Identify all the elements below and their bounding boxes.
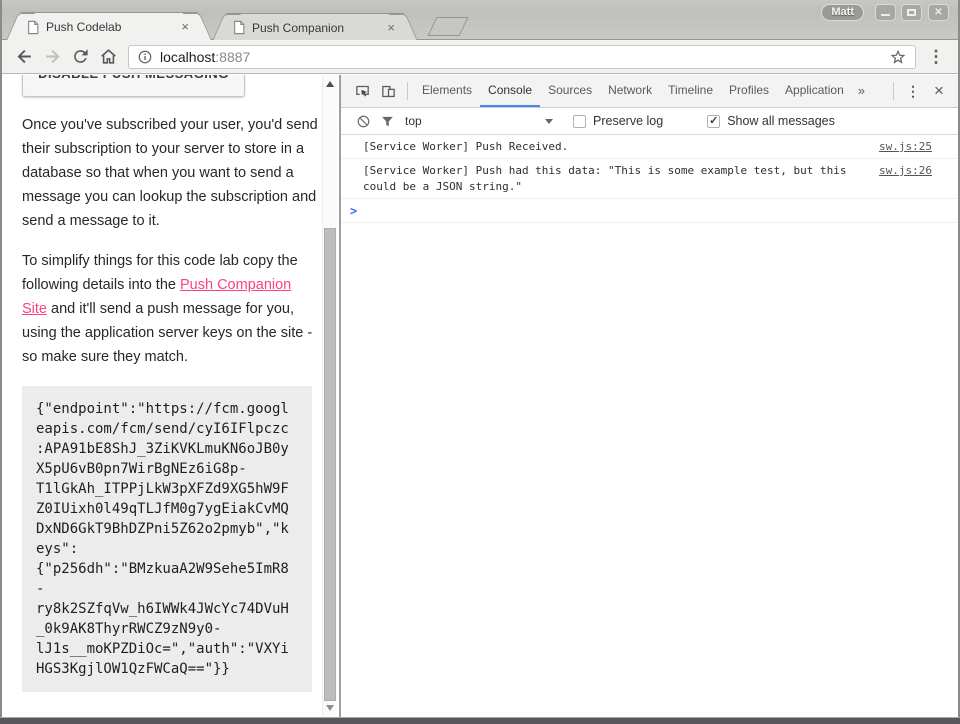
subscription-json-block: {"endpoint":"https://fcm.googl eapis.com… <box>22 386 312 692</box>
tab-sources[interactable]: Sources <box>540 75 600 107</box>
scrollbar-thumb[interactable] <box>324 228 336 701</box>
show-all-checkbox[interactable]: ✓ <box>707 115 720 128</box>
maximize-button[interactable] <box>901 4 922 21</box>
execution-context-select[interactable]: top <box>405 114 553 128</box>
tab-console[interactable]: Console <box>480 75 540 107</box>
tab-close-button[interactable]: × <box>384 22 398 34</box>
paragraph-companion: To simplify things for this code lab cop… <box>22 249 320 369</box>
page-icon <box>26 20 40 35</box>
close-icon: ✕ <box>934 7 942 18</box>
show-all-label: Show all messages <box>727 114 835 128</box>
disable-push-button[interactable]: DISABLE PUSH MESSAGING <box>22 75 245 97</box>
divider <box>893 82 894 100</box>
divider <box>407 82 408 100</box>
close-window-button[interactable]: ✕ <box>928 4 949 21</box>
tab-push-companion[interactable]: Push Companion × <box>226 13 404 41</box>
preserve-log-label: Preserve log <box>593 114 663 128</box>
back-button[interactable] <box>10 43 38 71</box>
site-info-icon[interactable] <box>137 49 153 65</box>
preserve-log-checkbox[interactable] <box>573 115 586 128</box>
context-label: top <box>405 114 422 128</box>
tab-network[interactable]: Network <box>600 75 660 107</box>
scroll-up-icon[interactable] <box>326 81 334 87</box>
kebab-menu-icon: ⋮ <box>928 47 945 67</box>
console-toolbar: top Preserve log ✓ Show all messages <box>341 108 958 135</box>
source-link[interactable]: sw.js:26 <box>879 163 932 179</box>
window-frame <box>0 0 2 724</box>
reload-button[interactable] <box>66 43 94 71</box>
browser-toolbar: localhost :8887 ⋮ <box>2 40 958 74</box>
minimize-icon <box>881 14 890 16</box>
address-bar[interactable]: localhost :8887 <box>128 45 916 69</box>
device-toolbar-button[interactable] <box>375 75 401 107</box>
scroll-down-icon[interactable] <box>326 705 334 711</box>
preserve-log-toggle[interactable]: Preserve log <box>573 114 663 128</box>
devtools-panel: Elements Console Sources Network Timelin… <box>341 75 958 717</box>
prompt-chevron-icon: > <box>350 204 357 218</box>
page-scrollbar[interactable] <box>322 75 337 717</box>
filter-button[interactable] <box>375 108 399 134</box>
content-area: DISABLE PUSH MESSAGING Once you've subsc… <box>2 75 958 717</box>
tab-close-button[interactable]: × <box>178 21 192 33</box>
source-link[interactable]: sw.js:25 <box>879 139 932 155</box>
paragraph-subscription: Once you've subscribed your user, you'd … <box>22 113 320 233</box>
console-message: [Service Worker] Push had this data: "Th… <box>341 159 958 199</box>
devtools-close-button[interactable]: × <box>926 75 952 107</box>
console-output: [Service Worker] Push Received. sw.js:25… <box>341 135 958 717</box>
browser-window: Matt ✕ Push Codelab × Push Companion × <box>0 0 960 724</box>
tab-timeline[interactable]: Timeline <box>660 75 721 107</box>
tab-application[interactable]: Application <box>777 75 852 107</box>
paragraph-text: and it'll send a push message for you, u… <box>22 301 312 365</box>
devtools-toolbar: Elements Console Sources Network Timelin… <box>341 75 958 108</box>
console-message: [Service Worker] Push Received. sw.js:25 <box>341 135 958 159</box>
minimize-button[interactable] <box>875 4 896 21</box>
maximize-icon <box>907 9 916 16</box>
url-port: :8887 <box>215 49 250 65</box>
more-tabs-button[interactable]: » <box>852 75 871 107</box>
tab-profiles[interactable]: Profiles <box>721 75 777 107</box>
console-prompt[interactable]: > <box>341 199 958 223</box>
profile-badge[interactable]: Matt <box>821 4 864 21</box>
bookmark-star-button[interactable] <box>889 48 907 66</box>
home-button[interactable] <box>94 43 122 71</box>
console-message-text: [Service Worker] Push had this data: "Th… <box>363 163 867 195</box>
tab-title: Push Codelab <box>46 20 121 34</box>
new-tab-button[interactable] <box>428 17 469 36</box>
url-host: localhost <box>160 49 215 65</box>
show-all-messages-toggle[interactable]: ✓ Show all messages <box>707 114 835 128</box>
tab-title: Push Companion <box>252 21 344 35</box>
dropdown-arrow-icon <box>545 119 553 124</box>
tab-push-codelab[interactable]: Push Codelab × <box>20 12 198 41</box>
devtools-menu-button[interactable]: ⋮ <box>900 75 926 107</box>
forward-button[interactable] <box>38 43 66 71</box>
clear-console-button[interactable] <box>351 108 375 134</box>
tab-elements[interactable]: Elements <box>414 75 480 107</box>
titlebar: Matt ✕ Push Codelab × Push Companion × <box>0 0 960 40</box>
window-frame <box>0 717 960 724</box>
browser-menu-button[interactable]: ⋮ <box>922 43 950 71</box>
page-content: DISABLE PUSH MESSAGING Once you've subsc… <box>2 75 341 717</box>
page-icon <box>232 20 246 35</box>
console-message-text: [Service Worker] Push Received. <box>363 139 867 155</box>
check-icon: ✓ <box>709 116 718 127</box>
inspect-element-button[interactable] <box>349 75 375 107</box>
